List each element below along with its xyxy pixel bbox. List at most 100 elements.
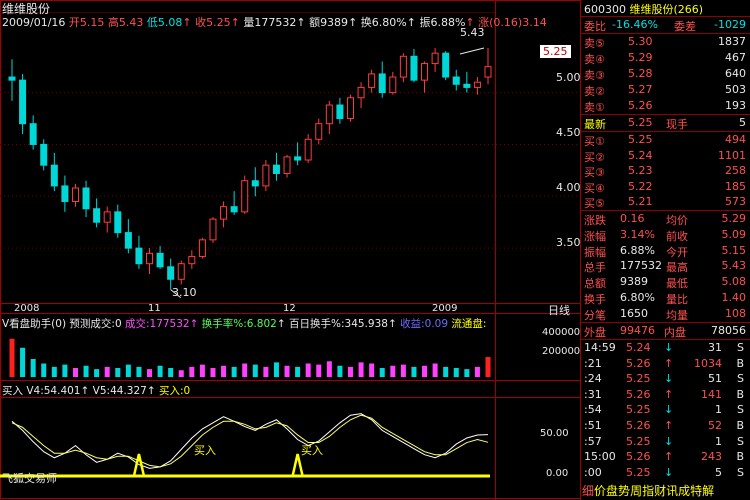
candle-body xyxy=(463,83,471,88)
bid-price: 5.22 xyxy=(628,179,653,193)
low-value: 5.08 xyxy=(157,16,183,29)
volume-bar xyxy=(62,364,68,377)
stat-value: 1650 xyxy=(620,306,648,320)
volume-label: 量 xyxy=(243,16,255,29)
bid-row: 买⑤ 5.21 573 xyxy=(582,194,748,210)
tick-side: B xyxy=(736,450,744,464)
last-price: 5.25 xyxy=(628,116,653,129)
candle-body xyxy=(124,232,132,249)
ask-row: 卖③ 5.28 640 xyxy=(582,66,748,82)
bottom-tab[interactable]: 周 xyxy=(630,484,642,498)
tick-direction: ↓ xyxy=(664,434,674,448)
candle-body xyxy=(294,156,302,161)
candle-body xyxy=(410,55,418,81)
open-label: 开 xyxy=(68,16,80,29)
bottom-tab[interactable]: 财 xyxy=(654,484,666,498)
price-tick: 3.50 xyxy=(556,236,581,249)
current-price-tag: 5.25 xyxy=(540,45,571,58)
tick-volume: 1 xyxy=(715,434,722,448)
volume-bar xyxy=(252,364,258,377)
volume-panel-title: V看盘助手(0) xyxy=(2,318,67,330)
tick-volume: 1 xyxy=(715,403,722,417)
brand-label: 飞狐交易师 xyxy=(2,472,57,485)
candle-body xyxy=(8,76,16,81)
candle-body xyxy=(167,266,175,280)
bid-volume: 185 xyxy=(725,179,746,193)
now-label: 现手 xyxy=(666,118,688,131)
stat-key: 均量 xyxy=(666,308,688,322)
volume-bar xyxy=(147,369,153,377)
candle-body xyxy=(304,138,312,161)
change-value: (0.16) xyxy=(489,16,523,29)
turn-label: 换手率%: xyxy=(201,318,247,330)
code-header: 600300 维维股份(266) xyxy=(584,1,703,17)
last-price-row: 最新 5.25 现手 5 xyxy=(582,115,748,131)
volume-bar xyxy=(464,369,470,377)
high-annotation: 5.43 xyxy=(460,26,485,39)
tick-row: :57 5.25 ↓ 1 S xyxy=(582,434,748,450)
bottom-tab[interactable]: 盘 xyxy=(606,484,618,498)
gain-value: 0.09 xyxy=(424,318,449,330)
stat-key: 涨跌 xyxy=(584,214,606,227)
stat-value: 6.88% xyxy=(620,243,655,257)
candle-body xyxy=(357,86,365,99)
stat-value: 108 xyxy=(725,306,746,320)
tick-row: :51 5.26 ↑ 52 B xyxy=(582,418,748,434)
volume-bar xyxy=(400,364,406,377)
bid-row: 买③ 5.23 258 xyxy=(582,163,748,179)
bid-volume: 573 xyxy=(725,195,746,208)
stat-key: 均价 xyxy=(666,214,688,227)
bottom-tab[interactable]: 势 xyxy=(618,484,630,498)
outer-value: 99476 xyxy=(620,324,655,337)
bottom-tab[interactable]: 指 xyxy=(642,484,654,498)
candle-body xyxy=(283,156,291,174)
bottom-tab[interactable]: 解 xyxy=(702,484,714,498)
candle-body xyxy=(262,164,270,187)
buy-signal-label: 买入 xyxy=(194,444,216,457)
volume-bar xyxy=(443,366,449,377)
bottom-tabs: 细价盘势周指财讯成特解 xyxy=(582,482,714,499)
tick-direction: ↓ xyxy=(664,341,674,354)
stat-value: 5.43 xyxy=(721,259,747,273)
volume-bar xyxy=(178,370,184,377)
volume-bar xyxy=(210,368,216,377)
ratio-label: 委比 xyxy=(584,20,606,33)
volume-bar xyxy=(41,363,47,377)
tick-time: :31 xyxy=(584,387,602,401)
tick-side: S xyxy=(737,341,744,354)
candle-body xyxy=(209,218,217,241)
candle-body xyxy=(251,180,259,187)
volume-bar xyxy=(189,366,195,377)
diff-value: -1029 xyxy=(714,18,746,31)
candle-body xyxy=(135,247,143,265)
candle-body xyxy=(93,208,101,223)
candle-body xyxy=(29,123,37,145)
candle-body xyxy=(315,123,323,140)
bottom-tab[interactable]: 细 xyxy=(582,484,594,498)
bottom-tab[interactable]: 特 xyxy=(690,484,702,498)
volume-bar xyxy=(453,368,459,377)
bottom-tab[interactable]: 讯 xyxy=(666,484,678,498)
candle-body xyxy=(421,63,429,81)
high-label: 高 xyxy=(107,16,119,29)
stat-key: 总手 xyxy=(584,261,606,275)
candle-body xyxy=(484,66,492,78)
tick-time: :24 xyxy=(584,372,602,386)
tick-volume: 141 xyxy=(701,387,722,401)
candle-body xyxy=(368,73,376,88)
ask-price: 5.30 xyxy=(628,35,653,48)
volume-bar xyxy=(20,347,26,377)
volume-bar xyxy=(337,365,343,377)
tick-row: 14:59 5.24 ↓ 31 S xyxy=(582,340,748,356)
period-label[interactable]: 日线 xyxy=(548,302,570,318)
tick-time: :21 xyxy=(584,356,602,370)
tick-side: B xyxy=(736,356,744,370)
stat-row: 分笔 1650 均量 108 xyxy=(582,306,748,322)
tick-price: 5.25 xyxy=(626,434,651,448)
turnover-value: 6.80% xyxy=(371,16,407,29)
bottom-tab[interactable]: 成 xyxy=(678,484,690,498)
stat-row: 振幅 6.88% 今开 5.15 xyxy=(582,243,748,259)
tick-time: :00 xyxy=(584,465,602,479)
bottom-tab[interactable]: 价 xyxy=(594,484,606,498)
amount-value: 9389 xyxy=(320,16,349,29)
